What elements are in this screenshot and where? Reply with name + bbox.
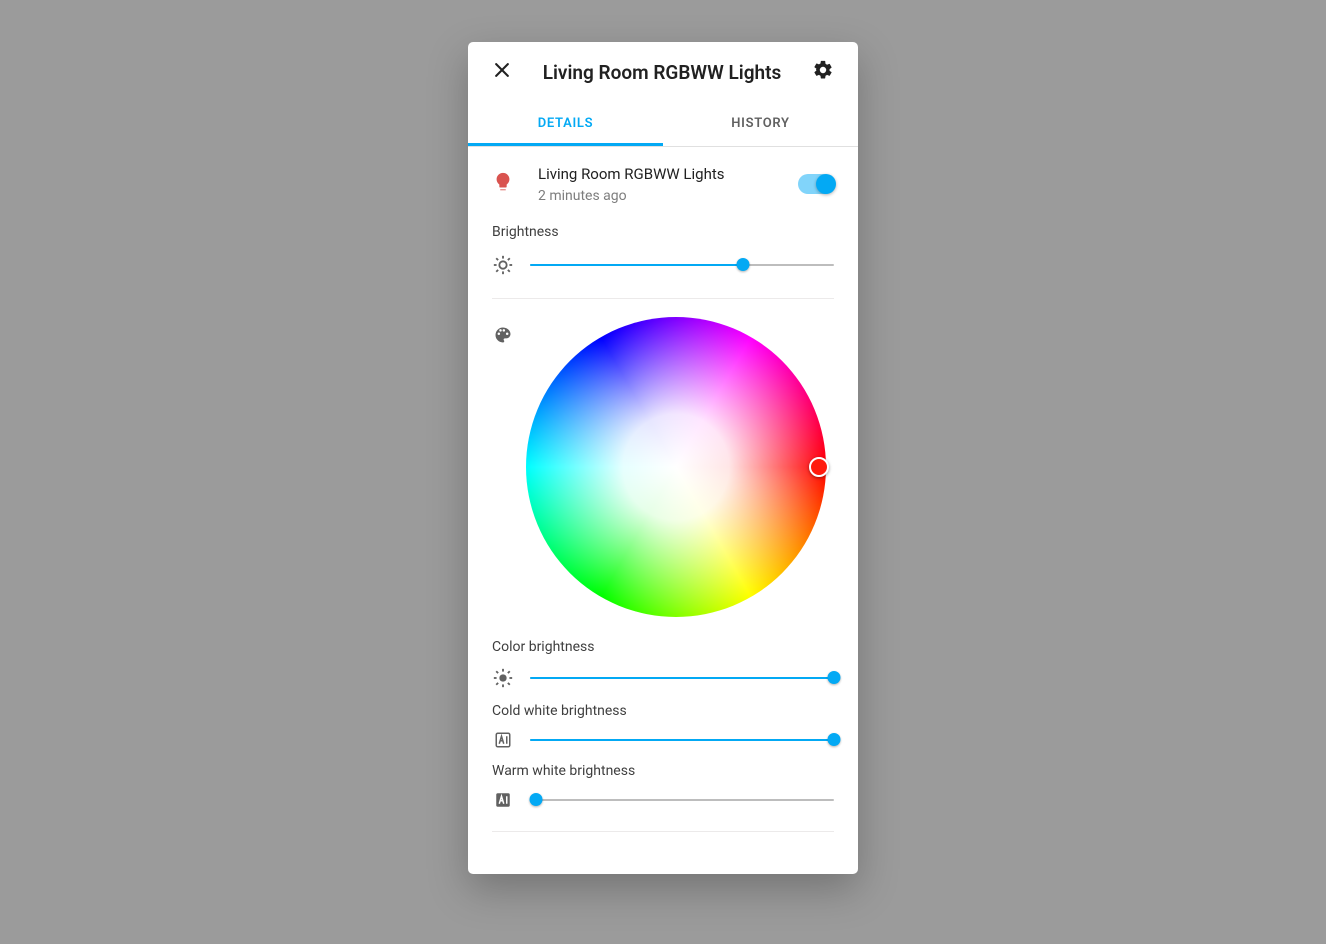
dialog-title: Living Room RGBWW Lights [512,61,812,84]
cold-white-slider[interactable] [530,739,834,741]
brightness-slider[interactable] [530,264,834,266]
warm-white-label: Warm white brightness [492,763,834,779]
brightness-icon [492,254,514,276]
entity-text: Living Room RGBWW Lights 2 minutes ago [538,165,798,204]
palette-icon [492,325,514,345]
cold-white-label: Cold white brightness [492,703,834,719]
color-section [492,317,834,617]
power-toggle[interactable] [798,174,834,194]
extra-sliders-section: Color brightness Cold white brightness [492,639,834,832]
cold-white-icon [492,731,514,749]
tabs: Details History [468,102,858,147]
dialog: Living Room RGBWW Lights Details History… [468,42,858,874]
dialog-header: Living Room RGBWW Lights [468,42,858,102]
warm-white-icon [492,791,514,809]
color-brightness-slider[interactable] [530,677,834,679]
entity-last-changed: 2 minutes ago [538,188,798,204]
color-wheel[interactable] [526,317,826,617]
color-brightness-label: Color brightness [492,639,834,655]
brightness-section: Brightness [492,224,834,299]
entity-row: Living Room RGBWW Lights 2 minutes ago [492,165,834,204]
brightness-icon [492,667,514,689]
color-wheel-pointer[interactable] [809,457,829,477]
close-icon[interactable] [492,60,512,84]
warm-white-slider[interactable] [530,799,834,801]
brightness-label: Brightness [492,224,834,240]
lightbulb-icon [492,171,514,197]
gear-icon[interactable] [812,59,834,85]
dialog-body: Living Room RGBWW Lights 2 minutes ago B… [468,147,858,874]
entity-name: Living Room RGBWW Lights [538,165,798,185]
tab-history[interactable]: History [663,102,858,146]
tab-details[interactable]: Details [468,102,663,146]
